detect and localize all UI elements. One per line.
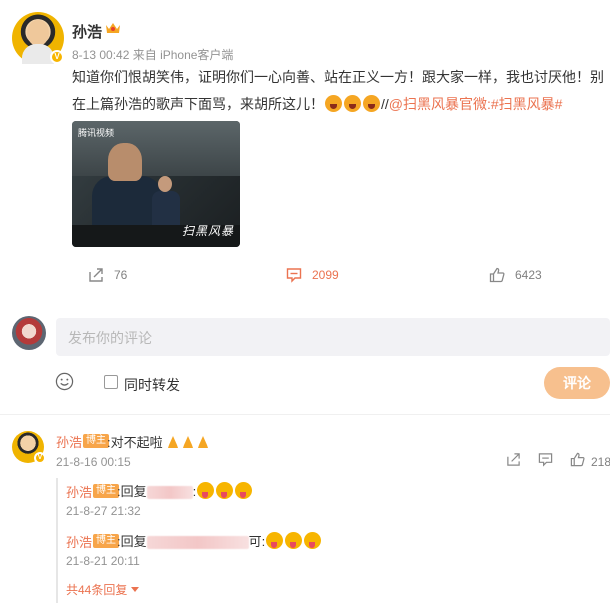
blogger-tag: 博主 [93,534,119,548]
video-platform-label: 腾讯视频 [78,128,115,138]
emoji-picker-icon[interactable] [55,372,74,391]
comment-author-name[interactable]: 孙浩 [56,432,82,451]
divider [0,414,610,415]
blogger-tag: 博主 [93,484,119,498]
comment-input[interactable]: 发布你的评论 [56,318,610,356]
comment-icon [538,453,553,467]
verified-badge-icon: V [50,50,64,64]
forward-count: 76 [114,268,128,282]
thumbs-up-icon [570,452,585,467]
reply-time: 21-8-21 20:11 [66,554,140,568]
reply-time: 21-8-27 21:32 [66,504,141,518]
reply-text: :回复 可: [117,531,322,550]
reply-text-content: :回复 [117,534,147,549]
like-button[interactable]: 6423 [489,267,542,283]
redacted-mention [146,536,249,550]
tongue-emoji-icon [304,532,322,549]
verified-badge-icon: V [34,452,46,464]
post-author-name[interactable]: 孙浩 [72,21,102,42]
also-forward-label[interactable]: 同时转发 [124,375,180,395]
current-user-avatar[interactable] [12,316,46,350]
redacted-mention [146,486,193,500]
folded-hands-emoji-icon [168,436,209,448]
video-watermark: 扫黑风暴 [181,224,234,238]
forward-icon [507,453,520,466]
comment-like-button[interactable] [570,452,585,467]
tongue-emoji-icon [285,532,303,549]
submit-comment-button[interactable]: 评论 [544,367,610,399]
post-timestamp[interactable]: 8-13 00:42 [72,48,129,62]
tongue-emoji-icon [216,482,234,499]
forward-icon [89,268,103,282]
blogger-tag: 博主 [83,434,109,448]
comment-button[interactable]: 2099 [286,267,339,283]
also-forward-checkbox[interactable] [104,375,118,389]
thumbs-up-icon [489,267,505,283]
reply-author-name[interactable]: 孙浩 [66,482,92,501]
post-meta: 8-13 00:42 来自 iPhone客户端 [72,46,233,63]
laugh-emoji-icon [363,95,380,112]
mention-link[interactable]: @扫黑风暴官微 [389,96,487,112]
member-crown-icon [106,23,120,33]
comment-like-count: 218 [591,455,610,469]
avatar-body [22,44,54,64]
reply-text: :回复: [117,481,253,500]
video-thumbnail[interactable]: 腾讯视频 扫黑风暴 [72,121,240,247]
laugh-emoji-icon [344,95,361,112]
reply-author-name[interactable]: 孙浩 [66,532,92,551]
avatar-face [27,20,49,46]
more-replies-label: 共44条回复 [66,583,128,597]
chevron-down-icon [130,587,139,592]
post-source: 来自 iPhone客户端 [132,48,234,62]
forward-button[interactable]: 76 [88,267,127,283]
comment-count: 2099 [312,268,339,282]
post-text-separator: // [381,96,389,112]
comment-icon [286,268,302,283]
view-more-replies-link[interactable]: 共44条回复 [66,581,139,598]
tongue-emoji-icon [235,482,253,499]
comment-forward-button[interactable] [506,452,521,467]
comment-text: :对不起啦 [107,432,212,451]
laugh-emoji-icon [325,95,342,112]
comment-reply-button[interactable] [538,452,553,467]
reply-text-content: :回复 [117,484,147,499]
tongue-emoji-icon [266,532,284,549]
reply-text-tail: 可: [248,534,266,549]
post-text: 知道你们恨胡笑伟，证明你们一心向善、站在正义一方！跟大家一样，我也讨厌他！别在上… [72,64,608,118]
comment-time: 21-8-16 00:15 [56,455,131,469]
comment-text-content: :对不起啦 [107,435,163,450]
hashtag-link[interactable]: :#扫黑风暴# [487,96,562,112]
like-count: 6423 [515,268,542,282]
tongue-emoji-icon [197,482,215,499]
